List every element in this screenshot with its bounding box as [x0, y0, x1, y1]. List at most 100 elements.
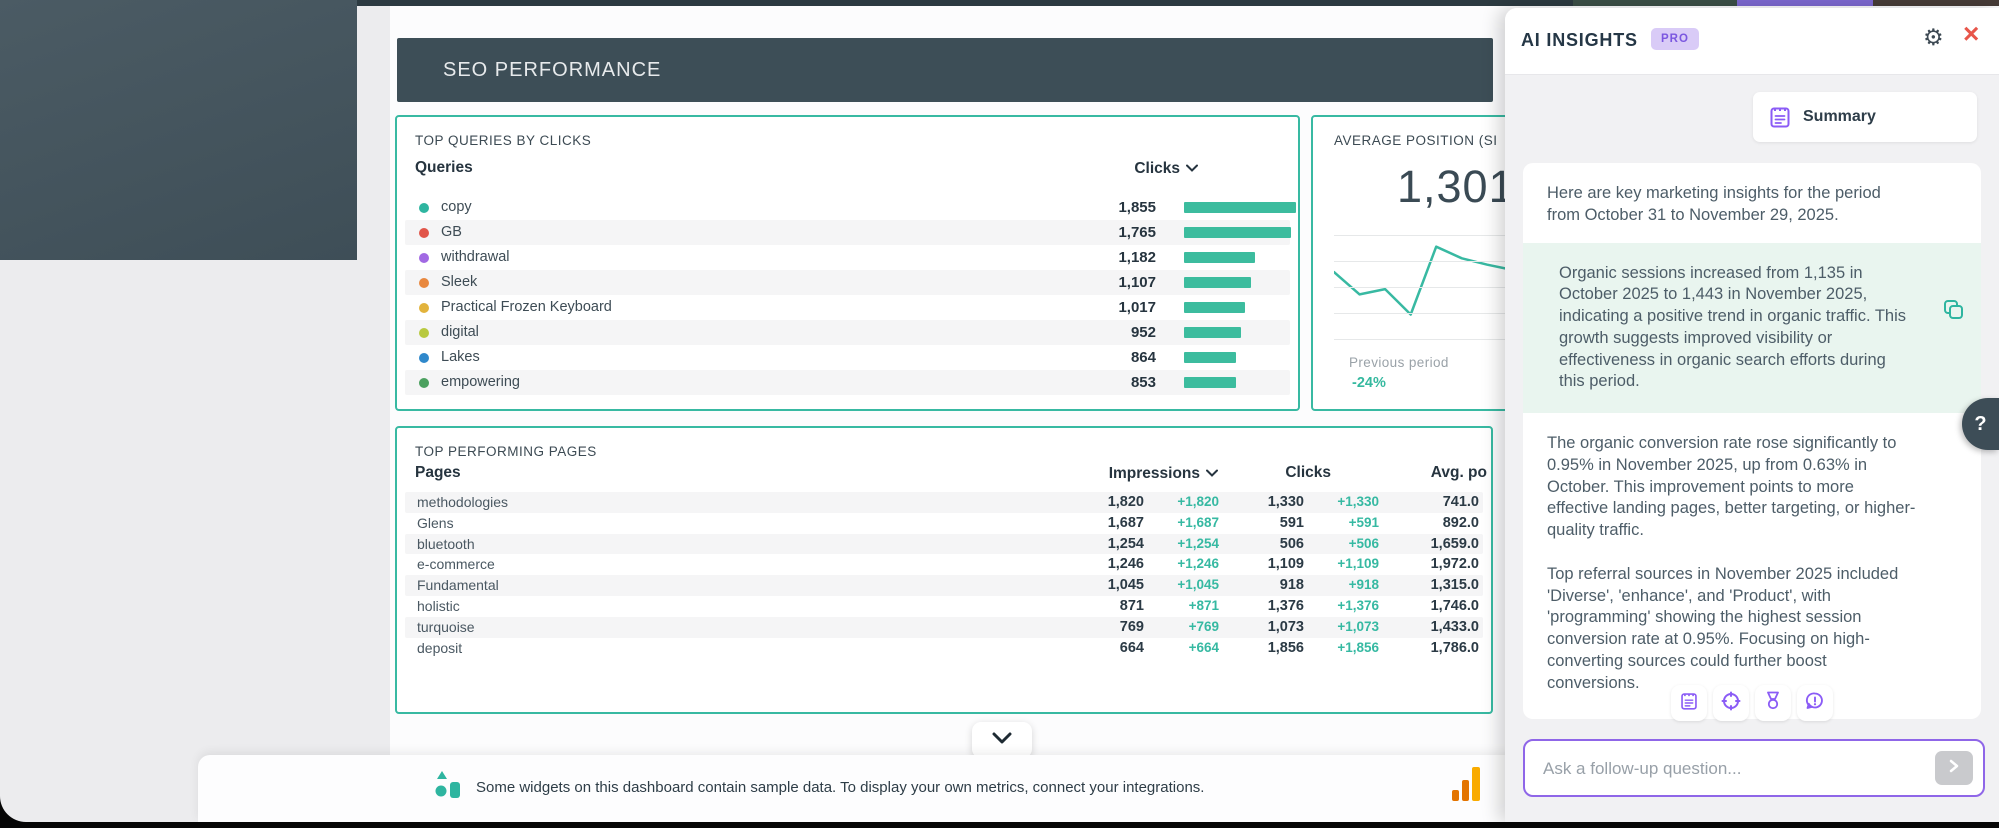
clicks-delta: +1,109 — [1337, 554, 1379, 575]
page-row: Glens1,687+1,687591+591892.0 — [405, 513, 1483, 534]
benchmark-medal-button[interactable] — [1755, 685, 1791, 721]
query-clicks-value: 1,765 — [1118, 220, 1156, 245]
page-label: Fundamental — [417, 575, 499, 596]
target-icon — [1721, 691, 1741, 716]
query-row: empowering 853 — [405, 370, 1290, 395]
medal-icon — [1764, 691, 1782, 716]
top-pages-widget: TOP PERFORMING PAGES Pages Impressions C… — [395, 426, 1493, 714]
ai-insights-body: Summary Here are key marketing insights … — [1505, 75, 1999, 822]
impressions-value: 1,246 — [1108, 554, 1144, 575]
top-edge-strip — [357, 0, 1573, 6]
page-row: turquoise769+7691,073+1,0731,433.0 — [405, 617, 1483, 638]
insight-organic-sessions-text: Organic sessions increased from 1,135 in… — [1559, 263, 1907, 394]
goals-target-button[interactable] — [1713, 685, 1749, 721]
series-color-dot — [419, 278, 429, 288]
query-label: copy — [441, 195, 472, 220]
clicks-delta: +1,330 — [1337, 492, 1379, 513]
insight-intro-text: Here are key marketing insights for the … — [1523, 163, 1959, 243]
close-icon[interactable]: × — [1963, 20, 1979, 48]
impressions-delta: +769 — [1189, 617, 1219, 638]
query-clicks-value: 853 — [1131, 370, 1156, 395]
impressions-value: 871 — [1120, 596, 1144, 617]
summary-tab[interactable]: Summary — [1753, 92, 1977, 142]
ai-insights-title: AI INSIGHTS — [1521, 30, 1638, 51]
series-color-dot — [419, 328, 429, 338]
clicks-value: 1,073 — [1268, 617, 1304, 638]
query-label: Lakes — [441, 345, 480, 370]
clipboard-icon — [1769, 105, 1791, 129]
query-clicks-value: 1,107 — [1118, 270, 1156, 295]
clicks-value: 1,856 — [1268, 638, 1304, 659]
page-row: methodologies1,820+1,8201,330+1,330741.0 — [405, 492, 1483, 513]
query-row: digital 952 — [405, 320, 1290, 345]
clicks-delta: +1,856 — [1337, 638, 1379, 659]
seo-performance-title: SEO PERFORMANCE — [443, 59, 661, 82]
impressions-delta: +1,045 — [1177, 575, 1219, 596]
impressions-delta: +664 — [1189, 638, 1219, 659]
avg-position-column-header[interactable]: Avg. po — [1431, 464, 1487, 482]
top-edge-strip — [1873, 0, 1999, 6]
query-clicks-value: 1,017 — [1118, 295, 1156, 320]
query-label: Practical Frozen Keyboard — [441, 295, 612, 320]
background-cover-block — [0, 0, 357, 260]
previous-period-delta: -24% — [1352, 375, 1386, 391]
send-button[interactable] — [1935, 751, 1973, 785]
query-clicks-value: 1,855 — [1118, 195, 1156, 220]
summary-tab-label: Summary — [1803, 108, 1876, 126]
feedback-chat-button[interactable] — [1797, 685, 1833, 721]
impressions-delta: +1,820 — [1177, 492, 1219, 513]
gear-icon[interactable]: ⚙ — [1923, 24, 1944, 51]
collapse-section-button[interactable] — [972, 722, 1032, 758]
google-analytics-icon — [1452, 765, 1482, 805]
clicks-value: 1,376 — [1268, 596, 1304, 617]
query-row: Lakes864 — [405, 345, 1290, 370]
query-clicks-bar — [1184, 202, 1296, 213]
seo-performance-header: SEO PERFORMANCE — [397, 38, 1493, 102]
query-label: empowering — [441, 370, 520, 395]
query-clicks-bar — [1184, 352, 1236, 363]
top-queries-title: TOP QUERIES BY CLICKS — [415, 133, 591, 148]
query-clicks-value: 1,182 — [1118, 245, 1156, 270]
queries-row-list: copy1,855GB1,765withdrawal1,182Sleek1,10… — [405, 195, 1290, 395]
query-clicks-bar — [1184, 327, 1241, 338]
follow-up-question-input[interactable] — [1541, 741, 1895, 796]
copy-icon[interactable] — [1943, 299, 1965, 326]
pages-row-list: methodologies1,820+1,8201,330+1,330741.0… — [405, 492, 1483, 658]
ai-action-icon-row — [1505, 685, 1999, 721]
page-label: Glens — [417, 513, 454, 534]
databox-shapes-icon — [434, 770, 462, 804]
query-label: GB — [441, 220, 462, 245]
clicks-delta: +1,376 — [1337, 596, 1379, 617]
avg-position-value: 892.0 — [1443, 513, 1479, 534]
page-row: holistic871+8711,376+1,3761,746.0 — [405, 596, 1483, 617]
top-edge-strip — [1737, 0, 1873, 6]
impressions-value: 1,820 — [1108, 492, 1144, 513]
page-label: methodologies — [417, 492, 508, 513]
queries-column-header: Queries — [415, 159, 473, 177]
impressions-sort-header[interactable]: Impressions — [1109, 464, 1218, 483]
clicks-value: 506 — [1280, 534, 1304, 555]
page-label: holistic — [417, 596, 460, 617]
query-label: digital — [441, 320, 479, 345]
query-row: Sleek 1,107 — [405, 270, 1290, 295]
chevron-right-icon — [1949, 759, 1959, 778]
clipboard-icon — [1680, 691, 1698, 716]
query-label: Sleek — [441, 270, 477, 295]
clicks-delta: +918 — [1349, 575, 1379, 596]
page-label: bluetooth — [417, 534, 475, 555]
impressions-delta: +1,687 — [1177, 513, 1219, 534]
pages-table-header: Pages Impressions Clicks Avg. po — [397, 464, 1491, 490]
highlighted-insight: Organic sessions increased from 1,135 in… — [1523, 243, 1981, 414]
notes-report-button[interactable] — [1671, 685, 1707, 721]
clicks-sort-header[interactable]: Clicks — [1134, 159, 1198, 178]
clicks-column-header[interactable]: Clicks — [1285, 464, 1331, 482]
page-row: bluetooth1,254+1,254506+5061,659.0 — [405, 534, 1483, 555]
series-color-dot — [419, 228, 429, 238]
avg-position-value: 1,746.0 — [1431, 596, 1479, 617]
avg-position-value: 1,972.0 — [1431, 554, 1479, 575]
avg-position-value: 1,786.0 — [1431, 638, 1479, 659]
query-clicks-value: 952 — [1131, 320, 1156, 345]
impressions-value: 1,254 — [1108, 534, 1144, 555]
page-label: deposit — [417, 638, 462, 659]
chevron-down-icon — [992, 731, 1012, 749]
